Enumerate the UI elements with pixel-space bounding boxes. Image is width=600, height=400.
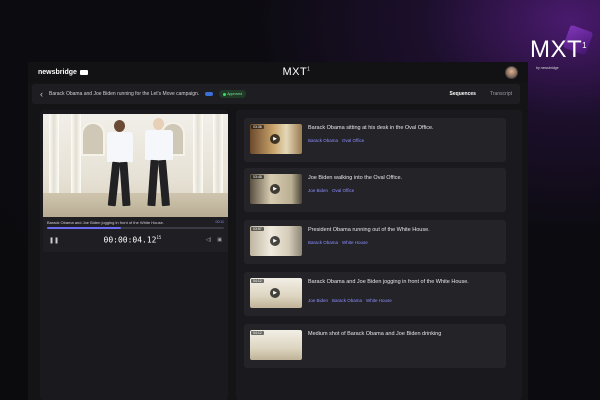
tag-link[interactable]: Oval Office [332, 188, 354, 193]
tab-sequences[interactable]: Sequences [450, 91, 476, 97]
video-frame[interactable] [43, 114, 228, 217]
sequence-thumbnail[interactable]: 04:12 ▶ [250, 278, 302, 308]
player-panel: Barack Obama and Joe Biden jogging in fr… [40, 110, 228, 400]
center-logo: MXT1 [282, 66, 311, 78]
video-caption: Barack Obama and Joe Biden jogging in fr… [47, 220, 164, 225]
tag-link[interactable]: Joe Biden [308, 298, 328, 303]
progress-fill [47, 227, 122, 229]
status-badge-blue [205, 92, 214, 96]
fullscreen-icon[interactable]: ▣ [217, 237, 222, 243]
tag-link[interactable]: White House [342, 240, 368, 245]
play-icon[interactable]: ▶ [270, 184, 280, 194]
sequence-title: Barack Obama sitting at his desk in the … [308, 125, 434, 131]
corner-logo-byline: by newsbridge [536, 66, 559, 70]
brand-logo[interactable]: newsbridge [38, 69, 88, 76]
sequence-tags: Joe Biden Oval Office [308, 188, 354, 193]
progress-bar[interactable] [47, 227, 224, 229]
tag-link[interactable]: Barack Obama [308, 138, 338, 143]
sequence-item[interactable]: 03:48 ▶ Joe Biden walking into the Oval … [244, 168, 506, 212]
sequence-tags: Barack Obama White House [308, 240, 368, 245]
sequence-timecode: 03:36 [251, 125, 264, 129]
sequence-timecode: 04:12 [251, 279, 264, 283]
person-left [105, 120, 135, 212]
sequence-title: President Obama running out of the White… [308, 227, 430, 233]
sequence-thumbnail[interactable]: 03:57 ▶ [250, 226, 302, 256]
sequence-item[interactable]: 03:57 ▶ President Obama running out of t… [244, 220, 506, 264]
sequence-item[interactable]: 03:36 ▶ Barack Obama sitting at his desk… [244, 118, 506, 162]
tag-link[interactable]: Oval Office [342, 138, 364, 143]
sequence-tags: Joe Biden Barack Obama White House [308, 298, 392, 303]
sequence-item[interactable]: 04:12 ▶ Barack Obama and Joe Biden joggi… [244, 272, 506, 316]
sequence-title: Medium shot of Barack Obama and Joe Bide… [308, 331, 442, 337]
video-player: Barack Obama and Joe Biden jogging in fr… [43, 114, 228, 252]
corner-mxt-logo: MXT1 [530, 36, 588, 63]
view-tabs: Sequences Transcript [450, 91, 512, 97]
sequence-item[interactable]: 04:12 Medium shot of Barack Obama and Jo… [244, 324, 506, 368]
sequence-tags: Barack Obama Oval Office [308, 138, 364, 143]
camera-icon [79, 69, 88, 75]
sequence-timecode: 04:12 [251, 331, 264, 335]
sequence-thumbnail[interactable]: 03:48 ▶ [250, 174, 302, 204]
top-bar: newsbridge MXT1 [28, 62, 528, 82]
timecode-display: 00:00:04.1215 [103, 235, 162, 245]
play-icon[interactable]: ▶ [270, 236, 280, 246]
tag-link[interactable]: Joe Biden [308, 188, 328, 193]
back-arrow-icon[interactable]: ‹ [40, 89, 43, 99]
person-right [143, 118, 175, 212]
sequence-thumbnail[interactable]: 04:12 [250, 330, 302, 360]
floor [43, 193, 228, 217]
background-window [81, 122, 105, 156]
approved-badge: Approved [219, 90, 247, 98]
approved-dot-icon [223, 92, 227, 96]
duration-label: 00:11 [215, 220, 225, 224]
sequence-thumbnail[interactable]: 03:36 ▶ [250, 124, 302, 154]
play-icon[interactable]: ▶ [270, 134, 280, 144]
sequence-list: 03:36 ▶ Barack Obama sitting at his desk… [236, 110, 522, 400]
avatar[interactable] [504, 65, 518, 79]
app-window: newsbridge MXT1 ‹ Barack Obama and Joe B… [28, 62, 528, 400]
brand-name: newsbridge [38, 68, 77, 76]
play-icon[interactable]: ▶ [270, 288, 280, 298]
media-title: Barack Obama and Joe Biden running for t… [49, 91, 200, 97]
player-controls: ❚❚ 00:00:04.1215 ◁) ▣ [43, 233, 228, 247]
tag-link[interactable]: Barack Obama [308, 240, 338, 245]
volume-icon[interactable]: ◁) [206, 237, 212, 243]
tag-link[interactable]: Barack Obama [332, 298, 362, 303]
player-right-controls: ◁) ▣ [206, 237, 222, 243]
sub-header: ‹ Barack Obama and Joe Biden running for… [32, 84, 520, 104]
tab-transcript[interactable]: Transcript [490, 91, 512, 97]
sequence-title: Joe Biden walking into the Oval Office. [308, 175, 403, 181]
pause-icon[interactable]: ❚❚ [49, 237, 59, 244]
sequence-title: Barack Obama and Joe Biden jogging in fr… [308, 279, 469, 285]
tag-link[interactable]: White House [366, 298, 392, 303]
sequence-timecode: 03:57 [251, 227, 264, 231]
sequence-timecode: 03:48 [251, 175, 264, 179]
